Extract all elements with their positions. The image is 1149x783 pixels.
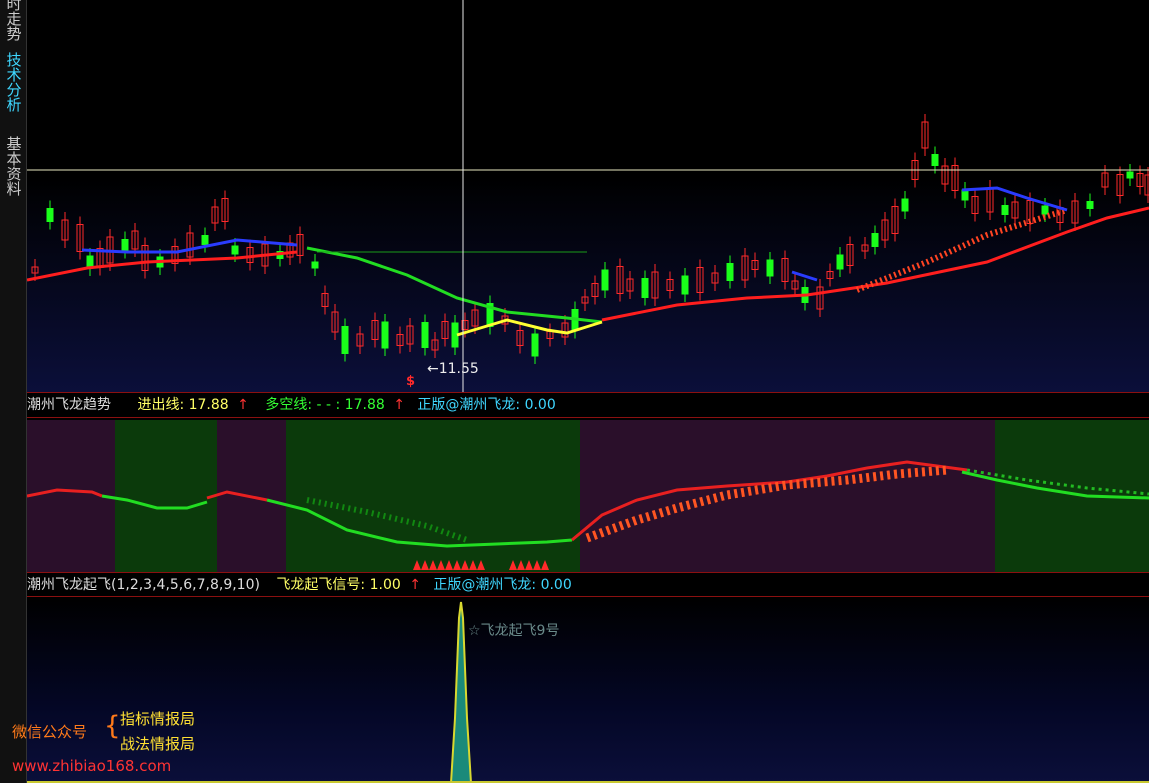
trend-line-red-rising [601,206,1149,322]
signal-dollar-marker: $ [406,374,416,389]
candle-body [1126,171,1134,179]
candle-body [531,333,539,357]
candle-body [1041,205,1049,215]
takeoff-edition-value: 正版@潮州飞龙: 0.00 [433,577,572,593]
zone-bear-3 [580,420,995,572]
signal-triangle-markers [413,560,549,570]
takeoff-up-arrow: ↑ [409,577,421,593]
watermark-url: www.zhibiao168.com [12,757,172,775]
candle-body [46,208,54,222]
candle-body [961,189,969,201]
trend-line-green-falling [306,246,603,324]
candle-body [766,259,774,277]
panel-separator [27,392,1149,393]
trend-indicator-panel[interactable] [27,420,1149,572]
candle-body [681,275,689,295]
low-price-marker: ←11.55 [427,361,479,377]
zone-bull-1 [115,420,217,572]
price-chart-panel[interactable]: ←11.55 $ [27,0,1149,392]
candle-body [931,154,939,166]
trend-indicator-bar: 潮州飞龙趋势 进出线: 17.88 ↑ 多空线: - - : 17.88 ↑ 正… [27,394,1149,416]
tab-time-trend[interactable]: 时走势 [2,0,24,46]
panel-separator [27,417,1149,418]
entry-line-value: 进出线: 17.88 [137,397,229,413]
candle-body [1086,201,1094,209]
candle-body [311,261,319,269]
candle-body [836,254,844,270]
bull-bear-up-arrow: ↑ [393,397,405,413]
candle-body [726,263,734,281]
candle-body [871,233,879,247]
candle-body [201,235,209,245]
takeoff-indicator-bar: 潮州飞龙起飞(1,2,3,4,5,6,7,8,9,10) 飞龙起飞信号: 1.0… [27,574,1149,596]
trend-indicator-title: 潮州飞龙趋势 [27,397,111,413]
candle-body [641,278,649,298]
watermark-line1: 指标情报局 [120,710,196,728]
tab-technical-analysis[interactable]: 技术分析 [2,52,24,117]
candle-body [421,322,429,348]
takeoff-signal-annotation: ☆飞龙起飞9号 [468,623,560,639]
takeoff-indicator-title: 潮州飞龙起飞(1,2,3,4,5,6,7,8,9,10) [27,577,260,593]
watermark: 微信公众号 { 指标情报局 战法情报局 www.zhibiao168.com [10,705,230,783]
entry-up-arrow: ↑ [237,397,249,413]
side-tab-bar: 时走势 技术分析 基本资料 [0,0,27,783]
watermark-line2: 战法情报局 [120,735,196,753]
tab-fundamentals[interactable]: 基本资料 [2,136,24,201]
panel-separator [27,572,1149,573]
trend-line-yellow [456,318,603,337]
candle-body [231,245,239,255]
tab-fundamentals-label: 基本资料 [4,136,23,196]
candle-body [381,321,389,349]
candle-body [121,239,129,251]
panel-separator [27,596,1149,597]
trend-indicator-svg [27,420,1149,572]
tab-technical-analysis-label: 技术分析 [4,52,23,112]
price-chart-svg [27,0,1149,392]
candle-body [1001,205,1009,215]
bull-bear-line-value: 多空线: - - : 17.88 [265,397,385,413]
watermark-wechat: 微信公众号 [12,723,88,741]
candle-body [901,198,909,212]
candle-body [341,326,349,354]
watermark-brace: { [104,711,121,741]
tab-time-trend-label: 时走势 [4,0,23,41]
edition-value: 正版@潮州飞龙: 0.00 [417,397,556,413]
trend-line-blue-3 [791,270,818,282]
zone-bull-2 [286,420,580,572]
takeoff-signal-value: 飞龙起飞信号: 1.00 [276,577,401,593]
candle-body [601,269,609,291]
